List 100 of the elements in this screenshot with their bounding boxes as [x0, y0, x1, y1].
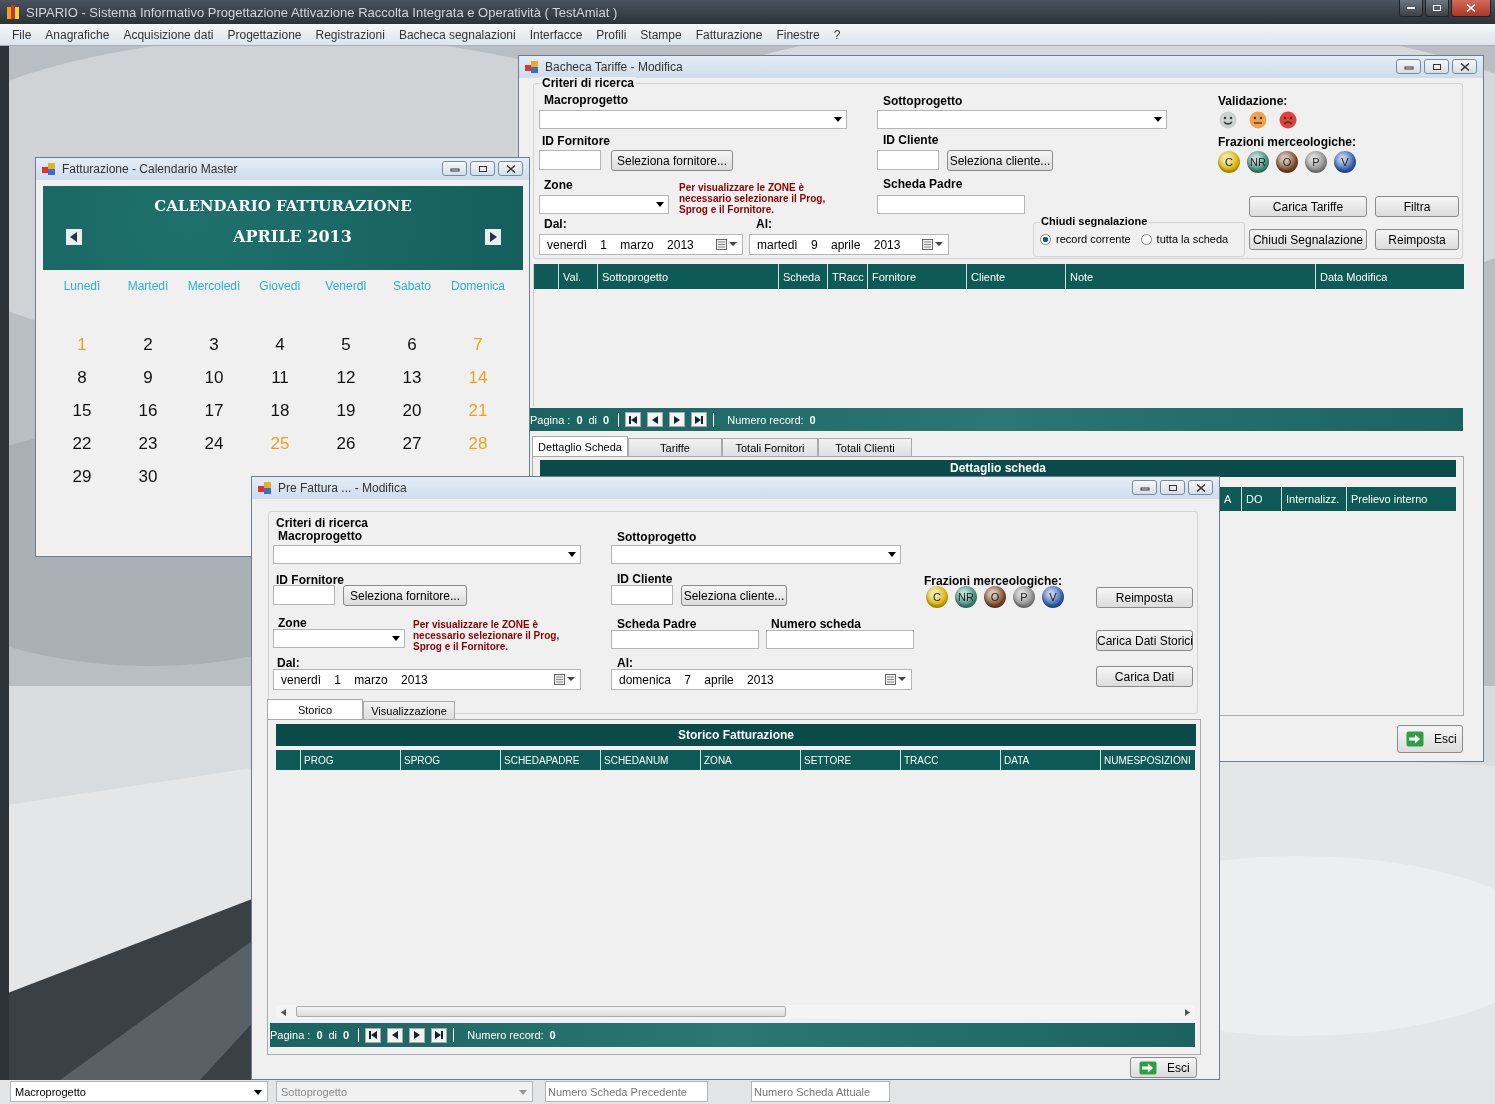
tab[interactable]: Totali Fornitori [722, 438, 818, 456]
radio-button[interactable] [1040, 233, 1051, 245]
category-badge[interactable]: NR [955, 586, 977, 608]
action-button[interactable]: Carica Dati Storici [1096, 630, 1193, 651]
input-field[interactable]: Numero Scheda Precedente [545, 1081, 708, 1102]
menu-item[interactable]: Interfacce [522, 25, 590, 44]
category-badge[interactable]: C [926, 586, 948, 608]
category-badge[interactable]: V [1042, 586, 1064, 608]
category-badge[interactable]: O [984, 586, 1006, 608]
calendar-day[interactable]: 12 [336, 367, 356, 388]
calendar-day[interactable]: 13 [402, 367, 422, 388]
column-header[interactable]: SETTORE [800, 750, 900, 770]
first-page-button[interactable] [365, 1027, 382, 1043]
last-page-button[interactable] [691, 412, 708, 427]
tab[interactable]: Totali Clienti [818, 438, 912, 456]
action-button[interactable]: Chiudi Segnalazione [1249, 229, 1367, 250]
column-header[interactable]: Fornitore [867, 264, 966, 289]
text-field[interactable] [611, 585, 673, 605]
tab[interactable]: Dettaglio Scheda [532, 436, 628, 456]
calendar-day[interactable]: 6 [407, 334, 417, 355]
text-field[interactable] [766, 630, 914, 649]
column-header[interactable]: SPROG [400, 750, 500, 770]
calendar-day[interactable]: 2 [143, 334, 153, 355]
column-header[interactable]: Internalizz. [1281, 487, 1346, 511]
column-header[interactable]: Val. [558, 264, 597, 289]
calendar-day[interactable]: 10 [204, 367, 224, 388]
column-header[interactable]: DO [1241, 487, 1281, 511]
text-field[interactable] [877, 195, 1025, 214]
menu-item[interactable]: Registrazioni [308, 25, 392, 44]
menu-item[interactable]: ? [826, 25, 848, 44]
calendar-day[interactable]: 3 [209, 334, 219, 355]
next-page-button[interactable] [409, 1027, 426, 1043]
close-button[interactable] [498, 161, 523, 176]
last-page-button[interactable] [431, 1027, 448, 1043]
action-button[interactable]: Reimposta [1375, 229, 1459, 250]
calendar-day[interactable]: 30 [138, 466, 158, 487]
column-header[interactable]: Scheda [778, 264, 827, 289]
next-page-button[interactable] [669, 412, 686, 427]
maximize-button[interactable] [1424, 59, 1449, 74]
maximize-button[interactable] [1160, 480, 1185, 495]
action-button[interactable]: Filtra [1375, 196, 1459, 217]
text-field[interactable] [539, 150, 601, 170]
column-header[interactable]: Sottoprogetto [597, 264, 778, 289]
maximize-button[interactable] [1425, 0, 1449, 17]
calendar-day[interactable]: 24 [204, 433, 224, 454]
calendar-day[interactable]: 20 [402, 400, 422, 421]
close-button[interactable] [1452, 59, 1477, 74]
radio-button[interactable] [1140, 233, 1152, 245]
calendar-day[interactable]: 8 [77, 367, 87, 388]
column-header[interactable]: TRacc [827, 264, 867, 289]
text-field[interactable] [877, 150, 939, 170]
menu-item[interactable]: Progettazione [220, 25, 309, 44]
calendar-day[interactable]: 11 [271, 367, 289, 388]
tab[interactable]: Tariffe [628, 438, 722, 456]
select-supplier-button[interactable]: Seleziona fornitore... [343, 585, 467, 606]
close-button[interactable] [1451, 0, 1491, 17]
column-header[interactable]: Note [1065, 264, 1315, 289]
calendar-day[interactable]: 23 [138, 433, 158, 454]
menu-item[interactable]: Anagrafiche [38, 25, 117, 44]
select-client-button[interactable]: Seleziona cliente... [681, 585, 787, 606]
calendar-day[interactable]: 19 [336, 400, 356, 421]
calendar-day[interactable]: 29 [72, 466, 92, 487]
category-badge[interactable]: V [1334, 151, 1356, 173]
horizontal-scrollbar[interactable] [276, 1005, 1195, 1019]
calendar-day[interactable]: 26 [336, 433, 356, 454]
text-field[interactable] [611, 630, 759, 649]
date-picker[interactable]: venerdì 1 marzo 2013 [539, 234, 743, 255]
maximize-button[interactable] [470, 161, 495, 176]
calendar-day[interactable]: 17 [204, 400, 224, 421]
action-button[interactable]: Carica Tariffe [1249, 196, 1367, 217]
calendar-day[interactable]: 4 [275, 334, 285, 355]
menu-item[interactable]: Bacheca segnalazioni [391, 25, 523, 44]
menu-item[interactable]: Finestre [769, 25, 827, 44]
column-header[interactable]: SCHEDAPADRE [500, 750, 600, 770]
select-client-button[interactable]: Seleziona cliente... [947, 150, 1053, 171]
tab[interactable]: Storico [267, 699, 363, 719]
neutral-face-icon[interactable] [1249, 111, 1267, 129]
category-badge[interactable]: C [1218, 151, 1240, 173]
action-button[interactable]: Reimposta [1096, 587, 1193, 608]
column-header[interactable]: NUMESPOSIZIONI [1100, 750, 1194, 770]
calendar-day[interactable]: 22 [72, 433, 92, 454]
date-picker[interactable]: domenica 7 aprile 2013 [611, 669, 912, 690]
calendar-day[interactable]: 16 [138, 400, 158, 421]
column-header[interactable]: ZONA [700, 750, 800, 770]
category-badge[interactable]: O [1276, 151, 1298, 173]
column-header[interactable]: DATA [1000, 750, 1100, 770]
menu-item[interactable]: Profili [589, 25, 634, 44]
calendar-day[interactable]: 9 [143, 367, 153, 388]
column-header[interactable]: TRACC [900, 750, 1000, 770]
column-header[interactable]: PROG [300, 750, 400, 770]
category-badge[interactable]: P [1305, 151, 1327, 173]
calendar-day[interactable]: 15 [72, 400, 92, 421]
exit-button[interactable]: Esci [1397, 725, 1463, 753]
menu-item[interactable]: Fatturazione [688, 25, 770, 44]
previous-page-button[interactable] [647, 412, 664, 427]
text-field[interactable] [273, 585, 335, 605]
smiley-icon[interactable] [1219, 111, 1237, 129]
sad-face-icon[interactable] [1279, 111, 1297, 129]
menu-item[interactable]: File [5, 25, 39, 44]
menu-item[interactable]: Stampe [633, 25, 689, 44]
